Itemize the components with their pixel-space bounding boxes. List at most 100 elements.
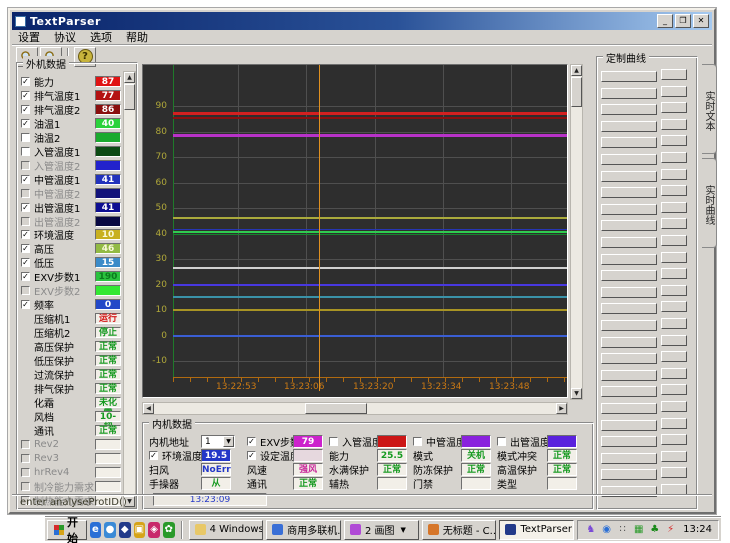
curve-slot-wide[interactable] [601,187,657,198]
checkbox[interactable]: ✓ [21,105,30,114]
checkbox[interactable]: ✓ [21,244,30,253]
curve-slot-wide[interactable] [601,71,657,82]
checkbox[interactable]: ✓ [21,175,30,184]
curve-slot-narrow[interactable] [661,384,687,395]
checkbox[interactable]: ✓ [21,258,30,267]
chart-cursor[interactable] [319,65,320,391]
checkbox[interactable] [21,454,30,463]
chevron-down-icon[interactable]: ▼ [223,436,234,447]
trend-chart[interactable]: 9080706050403020100-1013:22:5313:23:0613… [142,64,568,398]
curve-slot-narrow[interactable] [661,169,687,180]
curve-slot-narrow[interactable] [661,86,687,97]
task-button[interactable]: 商用多联机... [266,520,341,540]
curve-slot-wide[interactable] [601,154,657,165]
green-app-icon[interactable]: ✿ [163,522,175,538]
curve-slot-wide[interactable] [601,104,657,115]
checkbox[interactable]: ✓ [21,91,30,100]
chart-hscroll-thumb[interactable] [305,403,367,414]
checkbox[interactable]: ✓ [21,230,30,239]
sidebar-scrollbar[interactable]: ▲ ▼ [123,71,136,508]
task-button[interactable]: 2 画图▼ [344,520,419,540]
scroll-right-icon[interactable]: ▶ [556,403,567,414]
close-button[interactable]: ✕ [693,14,709,28]
menu-settings[interactable]: 设置 [18,29,40,45]
curve-slot-wide[interactable] [601,220,657,231]
curve-slot-wide[interactable] [601,204,657,215]
chart-horizontal-scrollbar[interactable]: ◀ ▶ [142,402,568,415]
curve-slot-wide[interactable] [601,370,657,381]
scroll-up-icon[interactable]: ▲ [124,72,135,83]
curve-slot-wide[interactable] [601,386,657,397]
scroll-up-icon[interactable]: ▲ [571,65,582,76]
task-button[interactable]: 4 Windows...▼ [189,520,264,540]
curve-slot-narrow[interactable] [661,285,687,296]
checkbox[interactable] [21,468,30,477]
checkbox[interactable] [21,217,30,226]
curve-slot-narrow[interactable] [661,301,687,312]
curve-slot-narrow[interactable] [661,69,687,80]
menu-help[interactable]: 帮助 [126,29,148,45]
curve-slot-wide[interactable] [601,137,657,148]
browser-icon[interactable]: ● [104,522,116,538]
curve-slot-wide[interactable] [601,121,657,132]
checkbox[interactable] [21,147,30,156]
curve-slot-wide[interactable] [601,254,657,265]
curve-slot-narrow[interactable] [661,451,687,462]
curve-slot-wide[interactable] [601,270,657,281]
curve-slot-narrow[interactable] [661,335,687,346]
app-dark-icon[interactable]: ◆ [119,522,131,538]
restore-button[interactable]: ❐ [675,14,691,28]
task-button[interactable]: TextParser [499,520,574,540]
checkbox[interactable]: ✓ [21,300,30,309]
tab-realtime-text[interactable]: 实时文本 [702,64,717,154]
scroll-down-icon[interactable]: ▼ [571,388,582,399]
title-bar[interactable]: TextParser _ ❐ ✕ [12,12,712,30]
checkbox[interactable] [329,437,338,446]
minimize-button[interactable]: _ [657,14,673,28]
task-button[interactable]: 无标题 - C... [422,520,497,540]
checkbox[interactable] [21,286,30,295]
checkbox[interactable] [21,189,30,198]
curve-slot-wide[interactable] [601,320,657,331]
curve-slot-wide[interactable] [601,237,657,248]
curve-slot-wide[interactable] [601,453,657,464]
curve-slot-wide[interactable] [601,171,657,182]
curve-slot-narrow[interactable] [661,119,687,130]
curve-slot-narrow[interactable] [661,218,687,229]
curve-slot-wide[interactable] [601,287,657,298]
checkbox[interactable]: ✓ [21,119,30,128]
checkbox[interactable]: ✓ [149,451,158,460]
curve-slot-narrow[interactable] [661,152,687,163]
curve-slot-wide[interactable] [601,420,657,431]
curve-slot-narrow[interactable] [661,467,687,478]
curve-slot-narrow[interactable] [661,102,687,113]
tray-dots-icon[interactable]: ∷ [616,523,629,536]
curve-slot-wide[interactable] [601,88,657,99]
sidebar-scroll-thumb[interactable] [124,84,135,110]
tab-realtime-curve[interactable]: 实时曲线 [702,158,717,248]
scroll-left-icon[interactable]: ◀ [143,403,154,414]
unit-address-dropdown[interactable]: 1▼ [201,435,235,448]
curve-slot-narrow[interactable] [661,368,687,379]
notes-icon[interactable]: ▣ [134,522,146,538]
curve-slot-narrow[interactable] [661,401,687,412]
checkbox[interactable]: ✓ [247,437,256,446]
checkbox[interactable]: ✓ [247,451,256,460]
curve-slot-narrow[interactable] [661,434,687,445]
curve-slot-narrow[interactable] [661,418,687,429]
curve-slot-wide[interactable] [601,303,657,314]
checkbox[interactable] [21,133,30,142]
checkbox[interactable] [21,161,30,170]
tray-lightning-icon[interactable]: ⚡ [664,523,677,536]
menu-protocol[interactable]: 协议 [54,29,76,45]
tray-swirl-icon[interactable]: ♞ [584,523,597,536]
tray-net-icon[interactable]: ▦ [632,523,645,536]
curve-slot-wide[interactable] [601,469,657,480]
tray-messenger-icon[interactable]: ◉ [600,523,613,536]
checkbox[interactable]: ✓ [21,203,30,212]
checkbox[interactable] [497,437,506,446]
media-icon[interactable]: ◈ [148,522,160,538]
menu-options[interactable]: 选项 [90,29,112,45]
curve-slot-wide[interactable] [601,353,657,364]
curve-slot-narrow[interactable] [661,268,687,279]
